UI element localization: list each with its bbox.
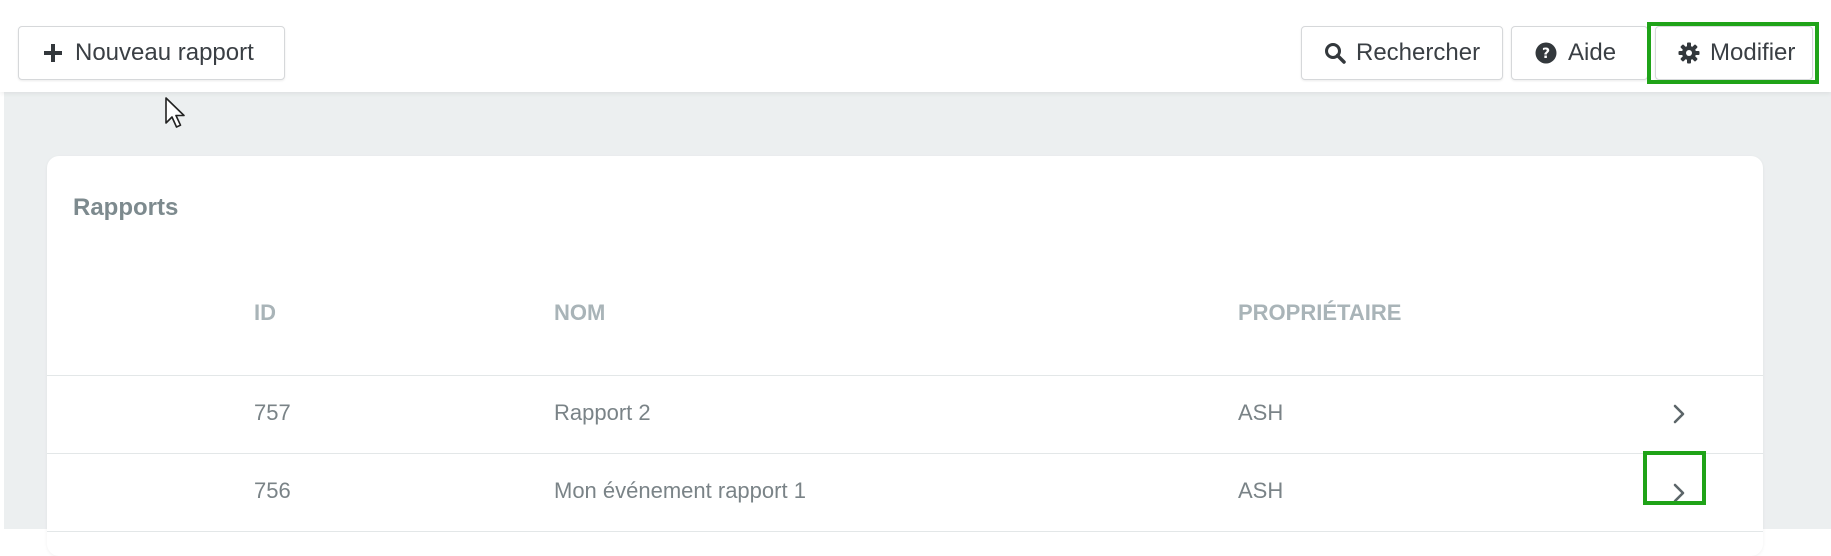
column-header-owner: PROPRIÉTAIRE: [1238, 300, 1402, 325]
cell-owner: ASH: [1238, 400, 1284, 425]
help-button[interactable]: ? Aide: [1511, 26, 1648, 80]
main-content: Rapports ID NOM PROPRIÉTAIRE 757 Rapport…: [4, 92, 1831, 556]
chevron-right-icon[interactable]: [1667, 402, 1691, 426]
row-divider: [47, 375, 1763, 376]
cell-owner: ASH: [1238, 478, 1284, 503]
row-divider: [47, 531, 1763, 532]
reports-card: Rapports ID NOM PROPRIÉTAIRE 757 Rapport…: [47, 156, 1763, 556]
search-icon: [1324, 41, 1346, 65]
new-report-label: Nouveau rapport: [75, 39, 254, 66]
gear-icon: [1678, 41, 1700, 65]
column-header-id: ID: [254, 300, 276, 325]
mouse-cursor-icon: [165, 97, 185, 128]
edit-button[interactable]: Modifier: [1655, 26, 1813, 80]
card-title: Rapports: [73, 194, 179, 221]
cell-name: Rapport 2: [554, 400, 651, 425]
chevron-right-icon[interactable]: [1667, 481, 1691, 505]
search-label: Rechercher: [1356, 39, 1481, 66]
svg-text:?: ?: [1542, 46, 1550, 62]
row-divider: [47, 453, 1763, 454]
column-header-name: NOM: [554, 300, 606, 325]
help-label: Aide: [1568, 39, 1617, 66]
help-circle-icon: ?: [1534, 41, 1558, 65]
cell-id: 756: [254, 478, 291, 503]
edit-label: Modifier: [1710, 39, 1796, 66]
cell-name: Mon événement rapport 1: [554, 478, 806, 503]
cell-id: 757: [254, 400, 291, 425]
plus-icon: [41, 41, 65, 65]
top-toolbar: Nouveau rapport Rechercher ? Aide Modifi…: [0, 0, 1831, 92]
search-button[interactable]: Rechercher: [1301, 26, 1503, 80]
new-report-button[interactable]: Nouveau rapport: [18, 26, 285, 80]
